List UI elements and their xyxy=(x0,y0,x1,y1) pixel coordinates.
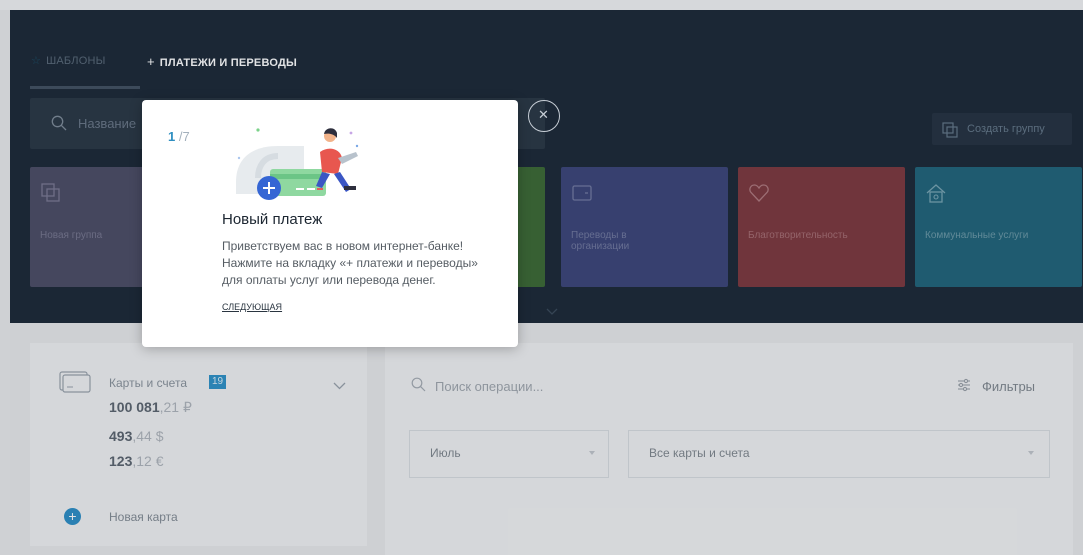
new-payment-illustration xyxy=(236,128,359,200)
step-counter: 1 /7 xyxy=(168,129,190,144)
step-total: /7 xyxy=(175,129,190,144)
dialog-body-line: для оплаты услуг или перевода денег. xyxy=(222,273,436,287)
dialog-body: Приветствуем вас в новом интернет-банке!… xyxy=(222,238,507,289)
next-step-link[interactable]: СЛЕДУЮЩАЯ xyxy=(222,302,282,312)
dialog-body-line: Приветствуем вас в новом интернет-банке! xyxy=(222,239,464,253)
onboarding-tour-dialog: 1 /7 Новый платеж Приветствуем вас в нов… xyxy=(142,100,518,347)
close-tour-button[interactable]: ✕ xyxy=(528,100,560,132)
dialog-title: Новый платеж xyxy=(222,211,323,228)
close-icon: ✕ xyxy=(538,107,549,122)
dialog-body-line: Нажмите на вкладку «+ платежи и переводы… xyxy=(222,256,478,270)
